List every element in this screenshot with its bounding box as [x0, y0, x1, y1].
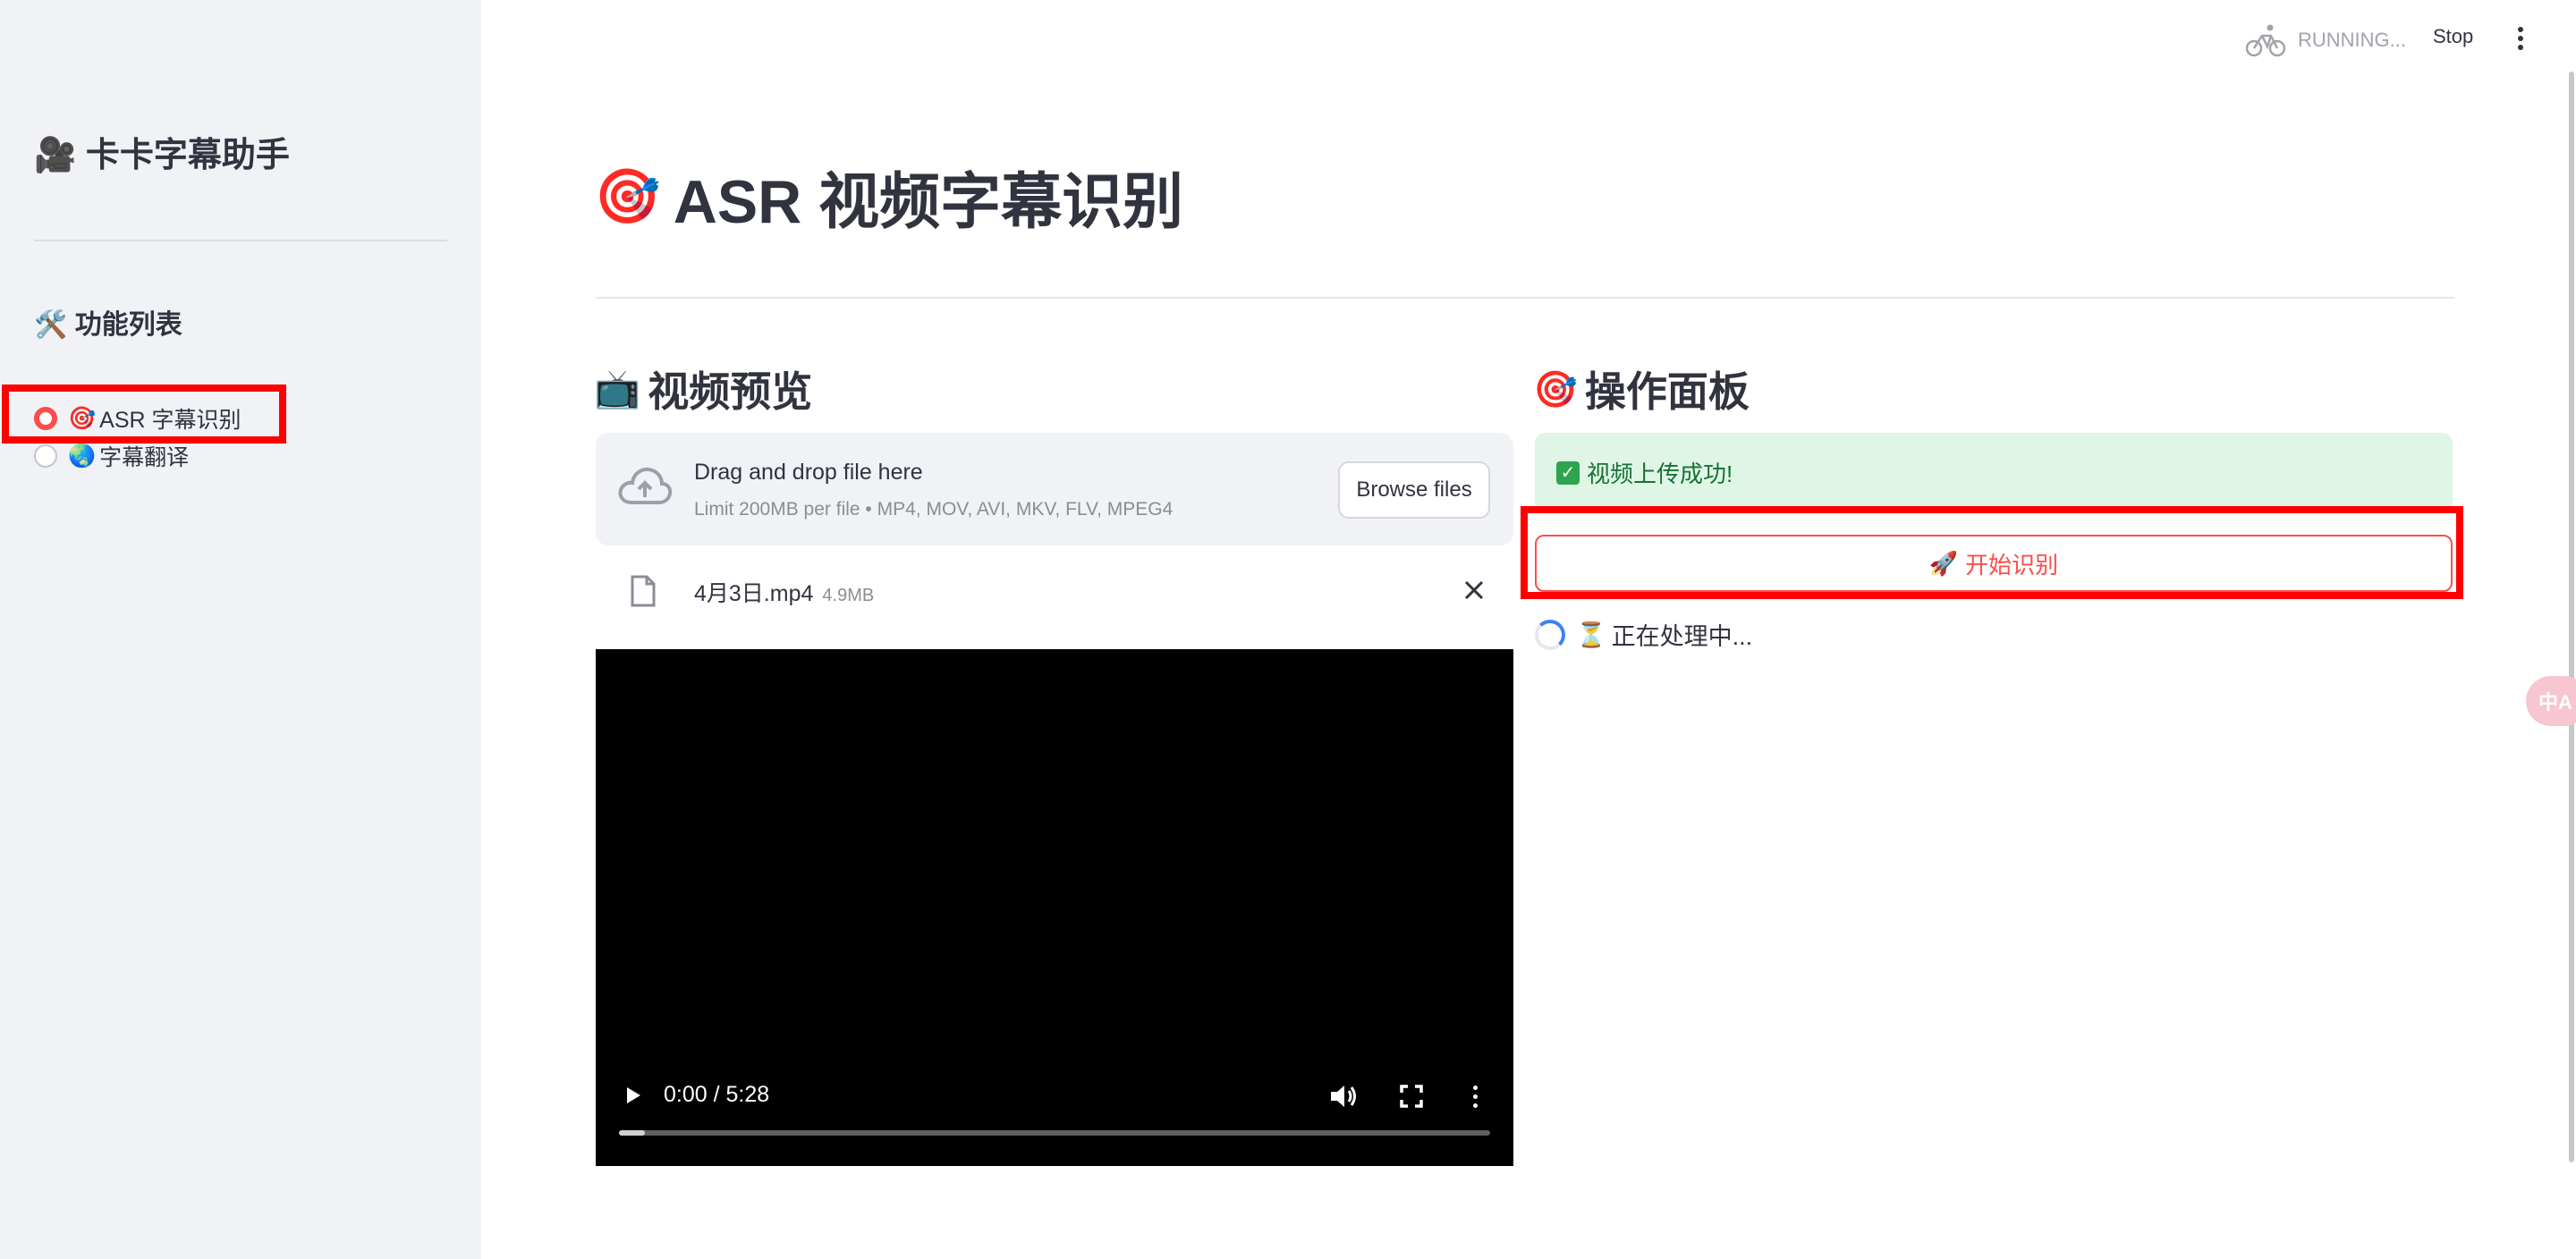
function-list-label: 功能列表	[74, 310, 182, 340]
hourglass-icon: ⏳	[1576, 621, 1606, 648]
tools-icon: 🛠️	[34, 310, 68, 340]
start-recognition-button[interactable]: 🚀 开始识别	[1535, 535, 2453, 592]
page-title-text: ASR 视频字幕识别	[673, 168, 1184, 236]
tv-icon: 📺	[594, 367, 641, 410]
sidebar: 🎥 卡卡字幕助手 🛠️ 功能列表 🎯 ASR 字幕识别 🌏 字幕翻译	[0, 0, 481, 1259]
processing-text: 正在处理中...	[1611, 623, 1753, 650]
loading-spinner-icon	[1535, 619, 1565, 650]
success-text: 视频上传成功!	[1587, 461, 1733, 487]
remove-file-icon[interactable]	[1462, 578, 1487, 603]
fullscreen-icon[interactable]	[1399, 1084, 1424, 1109]
page-title: 🎯 ASR 视频字幕识别	[594, 152, 1183, 241]
scrollbar[interactable]	[2569, 72, 2574, 1162]
more-menu-icon[interactable]	[2512, 25, 2529, 52]
file-name: 4月3日.mp4 4.9MB	[694, 576, 874, 608]
target-icon: 🎯	[594, 166, 661, 226]
video-progress-bar[interactable]	[619, 1130, 1490, 1136]
target-icon: 🎯	[1533, 369, 1578, 410]
radio-button-selected[interactable]	[34, 407, 57, 430]
preview-heading: 📺 视频预览	[594, 359, 812, 418]
volume-icon[interactable]	[1327, 1082, 1360, 1111]
preview-heading-text: 视频预览	[648, 368, 813, 415]
sidebar-subtitle: 🛠️ 功能列表	[34, 302, 182, 342]
video-time: 0:00 / 5:28	[664, 1082, 770, 1107]
video-progress-fill	[619, 1130, 646, 1136]
success-message: ✓ 视频上传成功!	[1556, 456, 1733, 489]
cyclist-icon	[2246, 24, 2285, 57]
stop-button[interactable]: Stop	[2433, 25, 2473, 48]
globe-icon: 🌏	[68, 443, 97, 469]
start-button-label: 开始识别	[1965, 551, 2059, 579]
target-icon: 🎯	[68, 405, 97, 431]
play-icon[interactable]	[619, 1082, 646, 1109]
file-icon	[631, 575, 656, 607]
sidebar-item-translate[interactable]: 🌏 字幕翻译	[34, 440, 189, 472]
running-label: RUNNING...	[2298, 29, 2406, 51]
app-title: 卡卡字幕助手	[85, 137, 290, 174]
video-player[interactable]: 0:00 / 5:28	[596, 649, 1513, 1166]
sidebar-item-label: ASR 字幕识别	[99, 408, 242, 433]
main-divider	[596, 297, 2454, 299]
upload-success-alert: ✓ 视频上传成功!	[1535, 433, 2453, 513]
uploaded-file-row: 4月3日.mp4 4.9MB	[596, 554, 1513, 626]
check-icon: ✓	[1556, 461, 1580, 485]
browse-files-button[interactable]: Browse files	[1338, 461, 1490, 519]
cloud-upload-icon	[618, 467, 673, 504]
rocket-icon: 🚀	[1928, 549, 1959, 577]
panel-heading: 🎯 操作面板	[1533, 359, 1750, 418]
upload-limit-text: Limit 200MB per file • MP4, MOV, AVI, MK…	[694, 499, 1174, 520]
sidebar-item-asr[interactable]: 🎯 ASR 字幕识别	[34, 402, 242, 435]
file-uploader[interactable]: Drag and drop file here Limit 200MB per …	[596, 433, 1513, 545]
running-status: RUNNING...	[2246, 23, 2406, 57]
translate-extension-button[interactable]: 中A	[2526, 676, 2576, 726]
sidebar-title: 🎥 卡卡字幕助手	[34, 127, 290, 176]
drop-instruction: Drag and drop file here	[694, 460, 923, 485]
file-size: 4.9MB	[822, 586, 875, 605]
sidebar-divider	[34, 240, 447, 241]
radio-button[interactable]	[34, 444, 57, 468]
file-name-text: 4月3日.mp4	[694, 581, 814, 606]
video-camera-icon: 🎥	[34, 137, 77, 174]
sidebar-item-label: 字幕翻译	[99, 445, 190, 470]
video-options-icon[interactable]	[1469, 1084, 1481, 1111]
panel-heading-text: 操作面板	[1584, 368, 1750, 415]
processing-status: ⏳ 正在处理中...	[1535, 617, 1752, 652]
